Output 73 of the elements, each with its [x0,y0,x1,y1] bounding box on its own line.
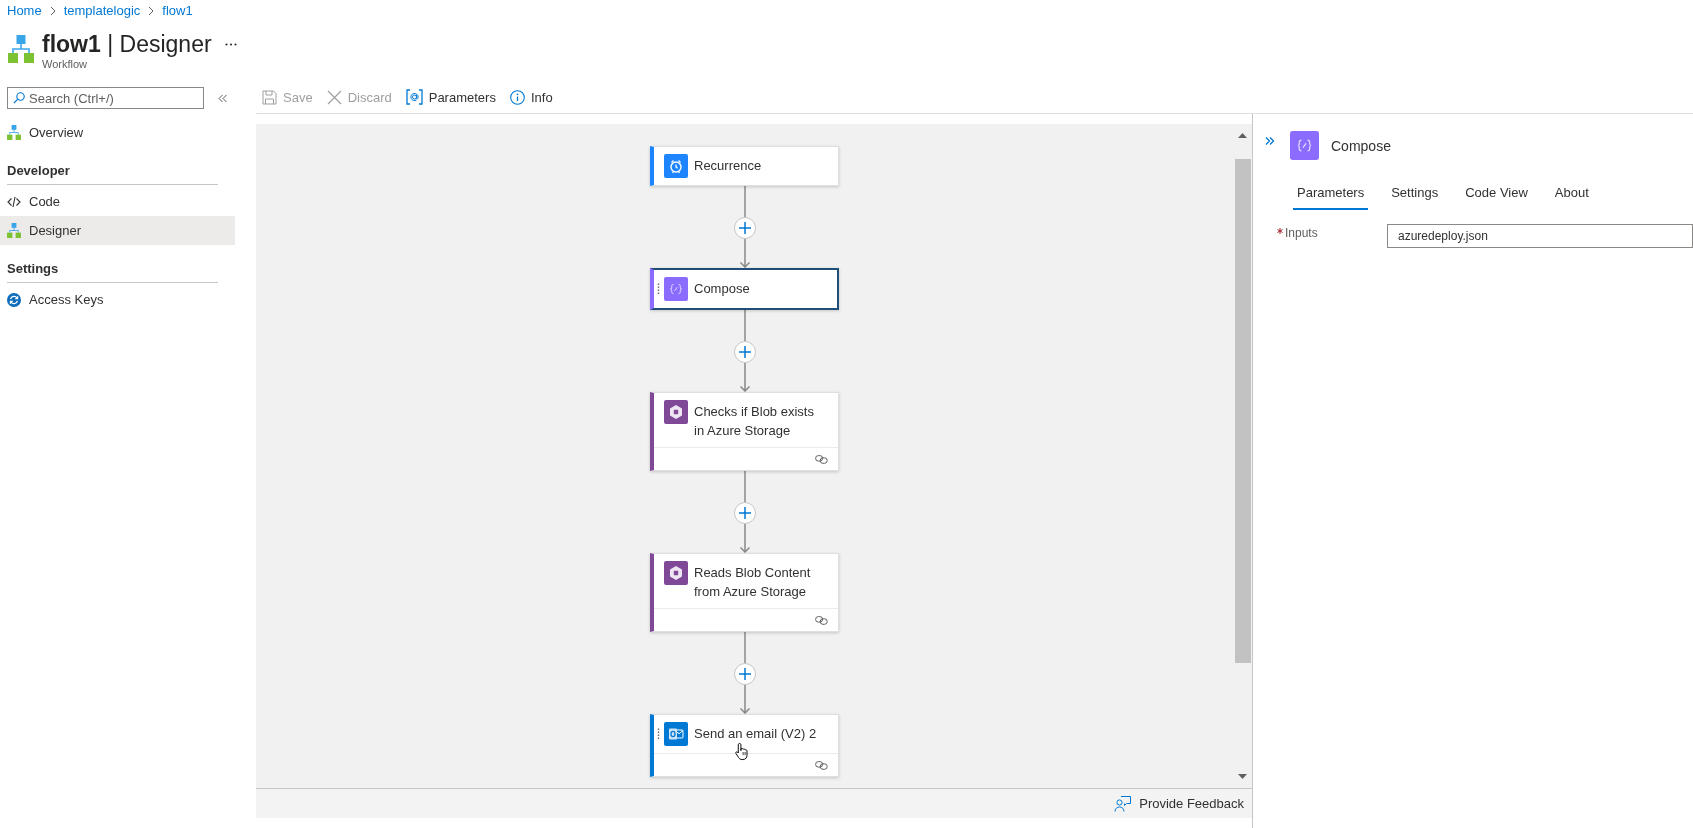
connector-line [743,186,746,217]
nav-item[interactable]: Designer [0,216,235,245]
panel-title: Compose [1331,137,1391,154]
step-title: Recurrence [694,157,763,175]
breadcrumb-link[interactable]: templatelogic [63,3,141,18]
step-title: Reads Blob Content from Azure Storage [694,564,812,601]
connector-arrow [738,685,751,714]
drag-handle-icon[interactable] [657,283,660,295]
info-button[interactable]: Info [505,85,557,109]
connector-arrow [738,239,751,268]
floppy-disk-icon [262,89,277,105]
step-card[interactable]: Compose [650,268,839,310]
connector-line [743,471,746,502]
tab[interactable]: About [1550,177,1593,210]
tab[interactable]: Code View [1461,177,1532,210]
parameters-button[interactable]: Parameters [401,85,500,109]
breadcrumb-link[interactable]: flow1 [162,3,193,18]
code-icon [7,195,21,208]
scrollbar-thumb[interactable] [1234,159,1251,663]
info-icon [509,89,525,105]
at-sign-icon [405,89,423,105]
hierarchy-icon [7,125,21,140]
scroll-up-icon[interactable] [1238,133,1247,138]
hierarchy-icon [8,35,34,63]
breadcrumb-link[interactable]: Home [7,3,42,18]
add-step-button[interactable] [733,663,756,685]
step-card[interactable]: Send an email (V2) 2 [650,714,839,777]
step-title: Checks if Blob exists in Azure Storage [694,403,815,440]
link-icon[interactable] [815,615,828,625]
hand-cursor-icon [734,742,749,761]
step-title: Compose [694,280,751,298]
page-title: flow1 | Designer [42,30,212,58]
add-step-button[interactable] [733,217,756,239]
braces-icon [1290,131,1319,160]
tab[interactable]: Settings [1387,177,1443,210]
search-icon [13,92,25,104]
link-icon[interactable] [815,454,828,464]
input-field[interactable]: azuredeploy.json [1387,224,1693,248]
link-icon[interactable] [815,760,828,770]
plus-icon [738,222,751,234]
step-card[interactable]: Checks if Blob exists in Azure Storage [650,392,839,471]
step-card[interactable]: Reads Blob Content from Azure Storage [650,553,839,632]
nav-item[interactable]: Access Keys [0,285,235,314]
connector-arrow [738,363,751,392]
connector-line [743,310,746,341]
feedback-button[interactable]: Provide Feedback [1114,795,1244,812]
step-card[interactable]: Recurrence [650,146,839,186]
nav-item[interactable]: Overview [0,118,235,147]
chevron-right-icon [148,5,155,16]
section-heading: Developer [7,147,218,185]
double-chevron-right-icon[interactable] [1265,137,1274,145]
scroll-down-icon[interactable] [1238,774,1247,779]
step-title: Send an email (V2) 2 [694,725,818,743]
page-subtitle: Workflow [42,57,89,71]
cross-icon [326,89,342,105]
nav-item[interactable]: Code [0,187,235,216]
plus-icon [738,668,751,680]
field-label: Inputs [1285,226,1318,240]
add-step-button[interactable] [733,341,756,363]
connector-line [743,632,746,663]
connector-arrow [738,524,751,553]
plus-icon [738,507,751,519]
sync-icon [7,292,21,307]
chevron-right-icon [49,5,56,16]
hierarchy-icon [7,223,21,238]
section-heading: Settings [7,245,218,283]
tab[interactable]: Parameters [1293,177,1369,210]
feedback-icon [1114,795,1132,812]
more-icon[interactable] [224,43,237,46]
plus-icon [738,346,751,358]
add-step-button[interactable] [733,502,756,524]
drag-handle-icon[interactable] [657,728,660,740]
search-field[interactable]: Search (Ctrl+/) [7,87,204,109]
